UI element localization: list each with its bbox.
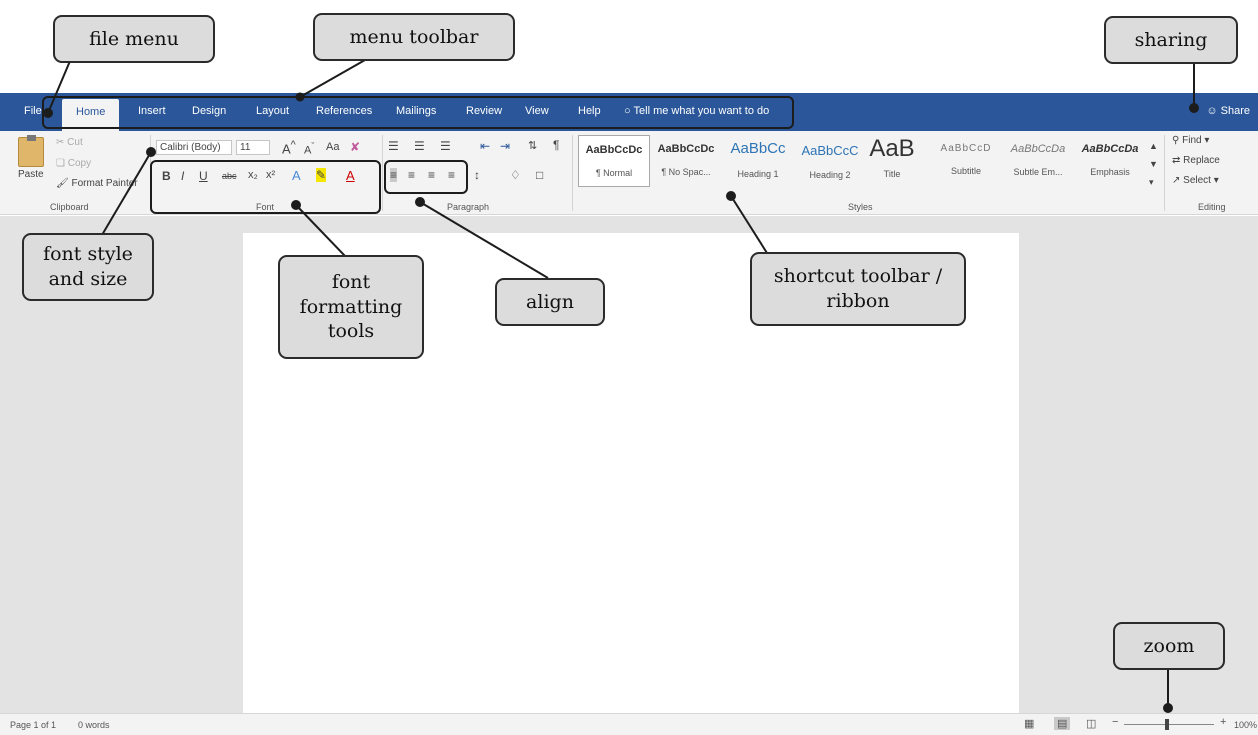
tab-file[interactable]: File — [24, 105, 42, 117]
paste-button[interactable] — [18, 135, 44, 167]
paste-label[interactable]: Paste — [18, 169, 44, 180]
web-layout-icon[interactable]: ◫ — [1086, 717, 1096, 730]
callout-line: and size — [48, 268, 128, 290]
select-button[interactable]: ↗ Select ▾ — [1172, 175, 1219, 186]
zoom-slider-thumb[interactable] — [1165, 719, 1169, 730]
paragraph-group-label: Paragraph — [447, 202, 490, 212]
style-heading-1[interactable]: AaBbCc Heading 1 — [722, 135, 794, 187]
multilevel-list-icon[interactable]: ☰ — [440, 139, 451, 153]
style-name: Subtitle — [950, 166, 982, 176]
decrease-indent-icon[interactable]: ⇤ — [480, 139, 490, 153]
style-sample: AaBbCcDa — [1081, 143, 1139, 155]
font-size-select[interactable]: 11 — [236, 140, 270, 155]
callout-line: font style — [43, 243, 133, 266]
style-name: Emphasis — [1090, 167, 1130, 177]
style-sample: AaB — [869, 135, 915, 162]
change-case-button[interactable]: Aa — [326, 141, 339, 153]
style-name: ¶ Normal — [595, 168, 633, 178]
styles-group-label: Styles — [848, 202, 873, 212]
read-mode-icon[interactable]: ▦ — [1024, 717, 1034, 730]
callout-zoom: zoom — [1113, 622, 1225, 670]
font-name-select[interactable]: Calibri (Body) — [156, 140, 232, 155]
style-name: Title — [883, 169, 901, 179]
zoom-slider-track[interactable] — [1124, 724, 1214, 725]
style-sample: AaBbCcDc — [657, 143, 715, 155]
style-sample: AaBbCcD — [940, 143, 992, 154]
zoom-level[interactable]: 100% — [1234, 720, 1257, 730]
style-sample: AaBbCcDc — [585, 144, 643, 156]
callout-line: font — [331, 270, 371, 293]
style-name: ¶ No Spac... — [661, 167, 711, 177]
separator — [1164, 135, 1165, 211]
callout-line: formatting — [299, 295, 403, 318]
sort-icon[interactable]: ⇅ — [528, 139, 537, 152]
cut-button[interactable]: ✂ Cut — [56, 137, 83, 148]
callout-line: tools — [327, 320, 375, 343]
style-no-spacing[interactable]: AaBbCcDc ¶ No Spac... — [650, 135, 722, 187]
align-highlight — [384, 160, 468, 194]
copy-button[interactable]: ❏ Copy — [56, 158, 91, 169]
borders-icon[interactable]: □ — [536, 168, 543, 182]
callout-shortcut-ribbon: shortcut toolbar / ribbon — [750, 252, 966, 326]
zoom-out-button[interactable]: − — [1112, 716, 1118, 728]
styles-more-icon[interactable]: ▾ — [1149, 177, 1154, 188]
menu-toolbar-highlight — [42, 96, 794, 129]
format-painter-button[interactable]: 🖌 Format Painter — [56, 178, 138, 189]
callout-line: shortcut toolbar / — [773, 265, 943, 288]
print-layout-icon[interactable]: ▤ — [1054, 717, 1071, 730]
callout-font-formatting: font formatting tools — [278, 255, 424, 359]
font-tools-highlight — [150, 160, 381, 214]
share-label: Share — [1220, 105, 1250, 117]
share-button[interactable]: ☺ Share — [1206, 105, 1250, 117]
callout-file-menu: file menu — [53, 15, 215, 63]
style-title[interactable]: AaB Title — [856, 135, 928, 187]
zoom-in-button[interactable]: + — [1220, 716, 1226, 728]
style-normal[interactable]: AaBbCcDc ¶ Normal — [578, 135, 650, 187]
style-name: Heading 1 — [737, 169, 779, 179]
word-count[interactable]: 0 words — [78, 720, 110, 730]
grow-font-button[interactable]: A^ — [282, 139, 296, 156]
clear-formatting-icon[interactable]: ✘ — [350, 140, 360, 154]
styles-scroll-down-icon[interactable]: ▼ — [1149, 159, 1158, 169]
callout-line: ribbon — [826, 290, 890, 312]
status-bar: Page 1 of 1 0 words ▦ ▤ ◫ − + 100% — [0, 713, 1258, 735]
page-count[interactable]: Page 1 of 1 — [10, 720, 56, 730]
style-sample: AaBbCcDa — [1010, 143, 1066, 155]
pilcrow-icon[interactable]: ¶ — [553, 138, 559, 152]
clipboard-group-label: Clipboard — [50, 202, 89, 212]
style-name: Subtle Em... — [1013, 167, 1063, 177]
callout-sharing: sharing — [1104, 16, 1238, 64]
callout-align: align — [495, 278, 605, 326]
clipboard-icon — [27, 135, 36, 141]
bullets-icon[interactable]: ☰ — [388, 139, 399, 153]
styles-scroll-up-icon[interactable]: ▲ — [1149, 141, 1158, 151]
style-sample: AaBbCc — [730, 140, 786, 157]
style-subtitle[interactable]: AaBbCcD Subtitle — [930, 135, 1002, 187]
style-subtle-emphasis[interactable]: AaBbCcDa Subtle Em... — [1002, 135, 1074, 187]
replace-button[interactable]: ⇄ Replace — [1172, 155, 1220, 166]
style-emphasis[interactable]: AaBbCcDa Emphasis — [1074, 135, 1146, 187]
find-button[interactable]: ⚲ Find ▾ — [1172, 135, 1209, 146]
separator — [572, 135, 573, 211]
callout-menu-toolbar: menu toolbar — [313, 13, 515, 61]
increase-indent-icon[interactable]: ⇥ — [500, 139, 510, 153]
editing-group-label: Editing — [1198, 202, 1226, 212]
person-icon: ☺ — [1206, 105, 1218, 117]
line-spacing-icon[interactable]: ↕ — [474, 168, 480, 182]
callout-font-style-size: font style and size — [22, 233, 154, 301]
shading-icon[interactable]: ♢ — [510, 168, 521, 182]
numbering-icon[interactable]: ☰ — [414, 139, 425, 153]
shrink-font-button[interactable]: Aˇ — [304, 141, 314, 157]
separator — [382, 135, 383, 211]
